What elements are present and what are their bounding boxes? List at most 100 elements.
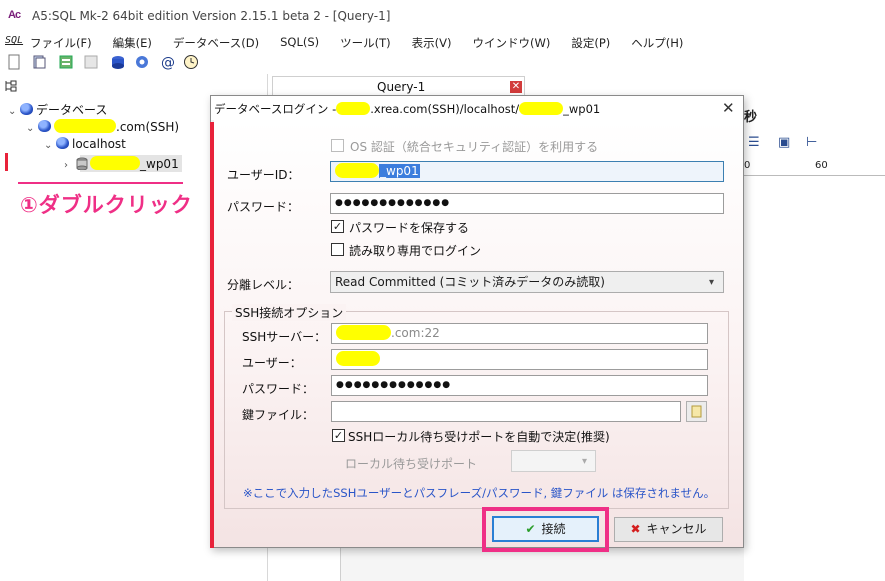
menu-help[interactable]: ヘルプ(H) [631, 35, 692, 51]
cancel-x-icon: ✖ [630, 522, 641, 536]
sql-logo-icon: SQL [5, 35, 24, 46]
tree-collapse-icon[interactable] [5, 80, 17, 95]
dialog-close-icon[interactable]: ✕ [722, 99, 735, 117]
ssh-note: ※ここで入力したSSHユーザーとパスフレーズ/パスワード, 鍵ファイル は保存さ… [243, 486, 716, 500]
save-password-label: パスワードを保存する [349, 221, 470, 235]
menu-view[interactable]: 表示(V) [412, 35, 461, 51]
menu-database[interactable]: データベース(D) [173, 35, 268, 51]
local-port-label: ローカル待ち受けポート [345, 457, 478, 471]
cancel-button[interactable]: ✖ キャンセル [614, 517, 723, 542]
isolation-label: 分離レベル： [227, 278, 300, 292]
ruler-label-60: 60 [815, 160, 828, 171]
server-icon [38, 120, 51, 132]
chevron-down-icon[interactable]: ▾ [709, 277, 714, 288]
app-icon: Ac [8, 9, 21, 21]
menu-sql[interactable]: SQL(S) [280, 35, 328, 51]
chevron-down-icon[interactable]: ⌄ [26, 123, 38, 134]
menu-file[interactable]: ファイル(F) [30, 35, 101, 51]
align-icon[interactable]: ☰ [748, 135, 760, 150]
readonly-checkbox[interactable] [331, 243, 344, 256]
user-id-value: _wp01 [379, 164, 420, 178]
key-file-field[interactable] [331, 401, 681, 422]
user-id-label: ユーザーID： [227, 168, 300, 182]
window-title: A5:SQL Mk-2 64bit edition Version 2.15.1… [32, 9, 391, 23]
tree-database-node[interactable]: › _wp01 [64, 156, 179, 171]
redaction-mask [335, 163, 379, 178]
dialog-title: データベースログイン - .xrea.com(SSH)/localhost/ _wp… [214, 101, 600, 117]
chevron-down-icon[interactable]: ⌄ [44, 140, 56, 151]
password-field[interactable]: ●●●●●●●●●●●●● [330, 193, 724, 214]
database-file-icon [76, 157, 88, 171]
menu-tools[interactable]: ツール(T) [340, 35, 400, 51]
tree-root-databases[interactable]: ⌄ データベース [8, 101, 107, 118]
tree-server-node[interactable]: ⌄ .com(SSH) [26, 119, 179, 134]
import-icon[interactable] [58, 54, 74, 70]
auto-port-checkbox[interactable]: ✓ [332, 429, 345, 442]
os-auth-checkbox[interactable] [331, 139, 344, 152]
selection-marker [5, 153, 8, 171]
tree-server-label: .com(SSH) [116, 120, 180, 134]
database-icon[interactable] [110, 54, 126, 70]
menu-items: ファイル(F) 編集(E) データベース(D) SQL(S) ツール(T) 表示… [30, 35, 704, 51]
isolation-value: Read Committed (コミット済みデータのみ読取) [335, 275, 605, 289]
ssh-server-field[interactable]: .com:22 [331, 323, 708, 344]
ssh-password-field[interactable]: ●●●●●●●●●●●●● [331, 375, 708, 396]
partial-toolbar-text: 秒 [744, 110, 758, 125]
annotation-underline [18, 182, 183, 184]
chevron-down-icon[interactable]: ▾ [582, 456, 587, 467]
database-group-icon [20, 103, 33, 115]
readonly-label: 読み取り専用でログイン [349, 244, 482, 258]
cancel-label: キャンセル [646, 522, 707, 536]
os-auth-label: OS 認証（統合セキュリティ認証）を利用する [350, 140, 599, 154]
ssh-password-label: パスワード： [242, 382, 315, 396]
at-sign-icon[interactable]: @ [160, 54, 176, 71]
tree-structure-icon[interactable]: ⊢ [806, 135, 817, 150]
dialog-title-prefix: データベースログイン - [214, 102, 337, 116]
connect-button[interactable]: ✔ 接続 [492, 516, 599, 542]
dialog-title-suffix: _wp01 [563, 102, 601, 116]
save-password-checkbox[interactable]: ✓ [331, 220, 344, 233]
gear-icon[interactable] [134, 54, 150, 70]
tree-host-label: localhost [72, 137, 126, 151]
connect-label: 接続 [541, 522, 566, 536]
menu-settings[interactable]: 設定(P) [571, 35, 619, 51]
redaction-mask [90, 156, 140, 170]
tree-database-label: _wp01 [140, 157, 179, 171]
open-file-icon[interactable] [31, 54, 47, 70]
tab-close-icon[interactable]: ✕ [510, 81, 522, 93]
folder-open-icon[interactable] [686, 401, 707, 422]
ssh-options-label: SSH接続オプション [232, 304, 347, 321]
user-id-field[interactable]: _wp01 [330, 161, 724, 182]
auto-port-label: SSHローカル待ち受けポートを自動で決定(推奨) [348, 430, 610, 444]
annotation-double-click: ①ダブルクリック [20, 193, 193, 217]
redaction-mask [54, 119, 116, 133]
chevron-right-icon[interactable]: › [64, 160, 76, 171]
redaction-mask [336, 102, 371, 115]
host-icon [56, 137, 69, 149]
redaction-mask [519, 102, 564, 115]
tab-query-label: Query-1 [377, 80, 426, 94]
menu-edit[interactable]: 編集(E) [113, 35, 161, 51]
layout-icon[interactable]: ▣ [778, 135, 790, 150]
redaction-mask [336, 351, 380, 366]
ssh-user-field[interactable] [331, 349, 708, 370]
export-icon[interactable] [83, 54, 99, 70]
clock-run-icon[interactable] [183, 54, 199, 70]
tree-root-label: データベース [36, 103, 108, 117]
checkmark-icon: ✔ [525, 522, 536, 536]
ssh-server-value: .com:22 [391, 326, 440, 340]
tree-host-node[interactable]: ⌄ localhost [44, 137, 126, 151]
editor-line-gutter [268, 548, 341, 581]
dialog-accent-bar [210, 122, 214, 548]
dialog-title-middle: .xrea.com(SSH)/localhost/ [370, 102, 520, 116]
chevron-down-icon[interactable]: ⌄ [8, 106, 20, 117]
ssh-user-label: ユーザー： [242, 356, 302, 370]
redaction-mask [336, 325, 391, 340]
key-file-label: 鍵ファイル： [242, 408, 315, 422]
isolation-select[interactable]: Read Committed (コミット済みデータのみ読取) [330, 271, 724, 293]
password-label: パスワード： [227, 200, 300, 214]
svg-text:@: @ [161, 55, 175, 70]
toolbar [0, 52, 885, 74]
menu-window[interactable]: ウインドウ(W) [473, 35, 560, 51]
new-file-icon[interactable] [6, 54, 22, 70]
